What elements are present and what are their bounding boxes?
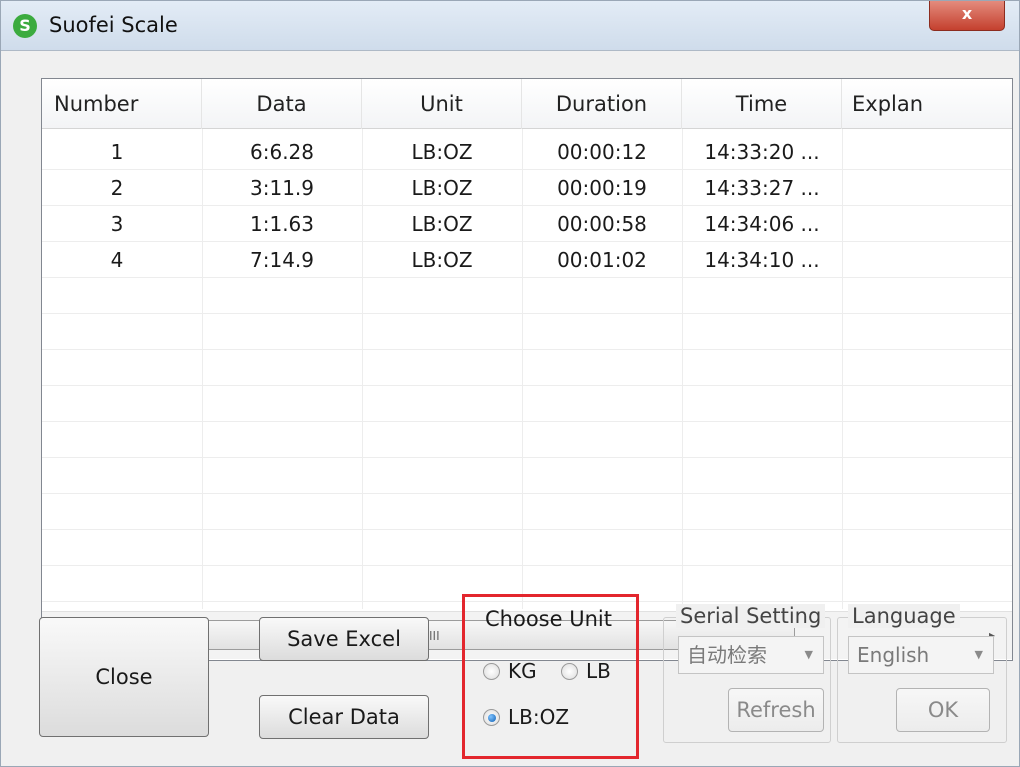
cell-data: 7:14.9 — [250, 248, 314, 272]
clear-data-button[interactable]: Clear Data — [259, 695, 429, 739]
empty-row — [42, 386, 1012, 422]
empty-row — [42, 422, 1012, 458]
cell-unit: LB:OZ — [411, 176, 473, 200]
column-header-explan[interactable]: Explan — [842, 79, 1012, 129]
serial-setting-group: Serial Setting 自动检索 ▼ Refresh — [663, 604, 831, 743]
cell-duration: 00:00:19 — [557, 176, 647, 200]
cell-duration: 00:00:58 — [557, 212, 647, 236]
save-excel-button[interactable]: Save Excel — [259, 617, 429, 661]
serial-port-select[interactable]: 自动检索 ▼ — [678, 636, 824, 674]
client-area: Number Data Unit Duration Time Explan 1 … — [11, 61, 1013, 761]
column-header-number[interactable]: Number — [42, 79, 202, 129]
cell-unit: LB:OZ — [411, 140, 473, 164]
cell-time: 14:33:20 ... — [704, 140, 820, 164]
cell-duration: 00:01:02 — [557, 248, 647, 272]
highlight-box — [462, 594, 639, 759]
cell-number: 2 — [110, 176, 124, 200]
language-select[interactable]: English ▼ — [848, 636, 994, 674]
cell-explan — [842, 170, 1012, 206]
title-bar: S Suofei Scale x — [1, 1, 1019, 51]
cell-unit: LB:OZ — [411, 248, 473, 272]
refresh-button[interactable]: Refresh — [728, 688, 824, 732]
table-row[interactable]: 1 6:6.28 LB:OZ 00:00:12 14:33:20 ... — [42, 134, 1012, 170]
cell-explan — [842, 134, 1012, 170]
cell-data: 1:1.63 — [250, 212, 314, 236]
table-row[interactable]: 3 1:1.63 LB:OZ 00:00:58 14:34:06 ... — [42, 206, 1012, 242]
window-close-icon[interactable]: x — [929, 1, 1005, 31]
table-row[interactable]: 4 7:14.9 LB:OZ 00:01:02 14:34:10 ... — [42, 242, 1012, 278]
table-row[interactable]: 2 3:11.9 LB:OZ 00:00:19 14:33:27 ... — [42, 170, 1012, 206]
column-header-data[interactable]: Data — [202, 79, 362, 129]
cell-time: 14:34:06 ... — [704, 212, 820, 236]
cell-number: 4 — [110, 248, 124, 272]
app-window: S Suofei Scale x Number Data Unit Durati… — [0, 0, 1020, 767]
close-button[interactable]: Close — [39, 617, 209, 737]
empty-row — [42, 314, 1012, 350]
language-title: Language — [848, 604, 960, 628]
empty-row — [42, 530, 1012, 566]
cell-data: 6:6.28 — [250, 140, 314, 164]
cell-duration: 00:00:12 — [557, 140, 647, 164]
table-header: Number Data Unit Duration Time Explan — [42, 79, 1012, 129]
window-title: Suofei Scale — [49, 13, 178, 37]
records-table[interactable]: Number Data Unit Duration Time Explan 1 … — [41, 78, 1013, 661]
cell-data: 3:11.9 — [250, 176, 314, 200]
column-header-unit[interactable]: Unit — [362, 79, 522, 129]
empty-row — [42, 278, 1012, 314]
cell-number: 3 — [110, 212, 124, 236]
language-group: Language English ▼ OK — [837, 604, 1007, 743]
empty-row — [42, 458, 1012, 494]
cell-explan — [842, 206, 1012, 242]
chevron-down-icon: ▼ — [804, 648, 813, 661]
cell-time: 14:34:10 ... — [704, 248, 820, 272]
grip-icon: III — [429, 629, 440, 643]
chevron-down-icon: ▼ — [974, 648, 983, 661]
cell-time: 14:33:27 ... — [704, 176, 820, 200]
column-header-duration[interactable]: Duration — [522, 79, 682, 129]
column-header-time[interactable]: Time — [682, 79, 842, 129]
app-logo-icon: S — [13, 14, 37, 38]
empty-row — [42, 350, 1012, 386]
cell-number: 1 — [110, 140, 124, 164]
ok-button[interactable]: OK — [896, 688, 990, 732]
serial-setting-title: Serial Setting — [676, 604, 826, 628]
cell-unit: LB:OZ — [411, 212, 473, 236]
cell-explan — [842, 242, 1012, 278]
language-value: English — [857, 643, 930, 667]
serial-port-value: 自动检索 — [687, 643, 767, 667]
empty-row — [42, 494, 1012, 530]
